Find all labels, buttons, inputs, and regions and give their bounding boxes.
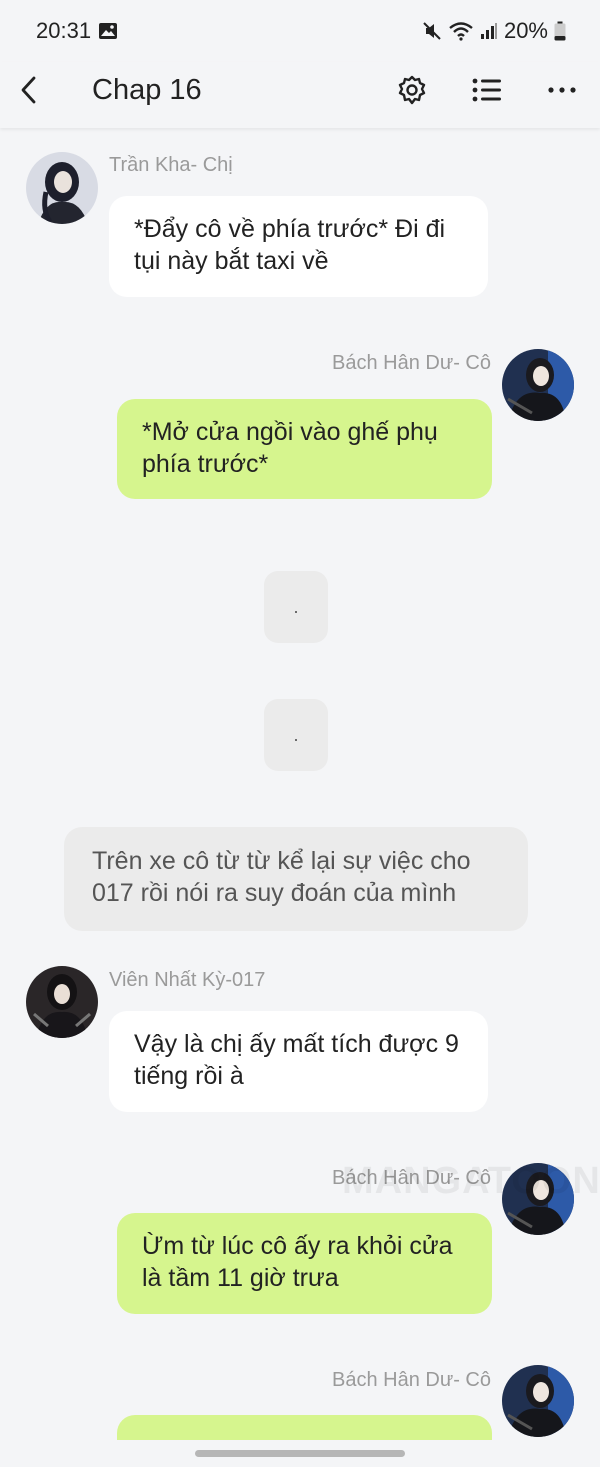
page-title: Chap 16: [92, 74, 202, 106]
home-indicator[interactable]: [195, 1450, 405, 1457]
message-bubble[interactable]: Vậy là chị ấy mất tích được 9 tiếng rồi …: [109, 1011, 488, 1112]
sender-name: Bách Hân Dư- Cô: [331, 1369, 491, 1391]
gallery-icon: [98, 22, 118, 40]
status-indicators: 20%: [422, 18, 566, 44]
back-button[interactable]: [14, 72, 44, 108]
narration-bubble[interactable]: Trên xe cô từ từ kể lại sự việc cho 017 …: [64, 827, 528, 931]
wifi-icon: [448, 21, 474, 41]
more-icon: [548, 87, 576, 93]
watermark: MANGATOON: [342, 1160, 600, 1202]
settings-icon: [398, 75, 426, 105]
more-button[interactable]: [544, 72, 580, 108]
battery-icon: [554, 21, 566, 41]
status-time: 20:31: [36, 18, 92, 43]
app-header: Chap 16: [0, 62, 600, 128]
dot-bubble[interactable]: .: [264, 571, 328, 643]
chapter-list-button[interactable]: [469, 72, 505, 108]
sender-name: Trần Kha- Chị: [109, 154, 233, 176]
list-icon: [472, 78, 501, 102]
battery-text: 20%: [503, 18, 548, 43]
sender-name: Viên Nhất Kỳ-017: [109, 969, 266, 991]
back-icon: [21, 76, 36, 104]
settings-button[interactable]: [394, 72, 430, 108]
message-bubble[interactable]: *Mở cửa ngồi vào ghế phụ phía trước*: [117, 399, 492, 499]
message-bubble[interactable]: [117, 1415, 492, 1442]
avatar[interactable]: [502, 349, 574, 421]
status-bar: 20:31 20%: [0, 0, 600, 62]
avatar[interactable]: [26, 966, 98, 1038]
dot-bubble[interactable]: .: [264, 699, 328, 771]
sender-name: Bách Hân Dư- Cô: [331, 352, 491, 374]
chat-area[interactable]: Trần Kha- Chị *Đẩy cô về phía trước* Đi …: [0, 130, 600, 1442]
signal-icon: [480, 22, 498, 40]
message-bubble[interactable]: *Đẩy cô về phía trước* Đi đi tụi này bắt…: [109, 196, 488, 297]
message-bubble[interactable]: Ừm từ lúc cô ấy ra khỏi cửa là tầm 11 gi…: [117, 1213, 492, 1314]
avatar[interactable]: [502, 1365, 574, 1437]
mute-icon: [422, 21, 442, 41]
avatar[interactable]: [26, 152, 98, 224]
